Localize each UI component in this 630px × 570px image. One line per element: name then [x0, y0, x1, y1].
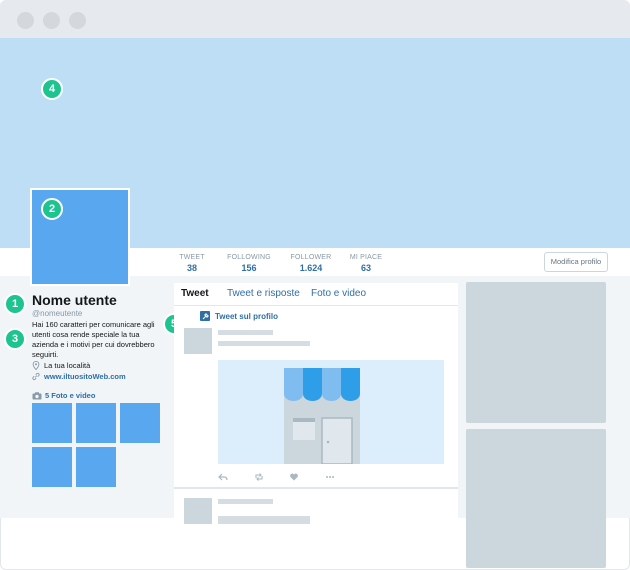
- close-window-button[interactable]: [17, 12, 34, 29]
- stat-following[interactable]: FOLLOWING 156: [226, 254, 272, 273]
- heart-icon[interactable]: [289, 472, 299, 482]
- tweet-avatar[interactable]: [184, 328, 212, 354]
- photos-label-text: 5 Foto e video: [45, 391, 96, 400]
- location-text: La tua località: [44, 361, 91, 370]
- stat-value: 1.624: [299, 263, 323, 273]
- profile-handle: @nomeutente: [32, 309, 83, 318]
- link-icon: [32, 372, 40, 380]
- pinned-tweet-header: Tweet sul profilo: [200, 311, 278, 321]
- photo-thumb[interactable]: [120, 403, 160, 443]
- photo-thumb[interactable]: [32, 447, 72, 487]
- tweet-text-placeholder: [218, 341, 310, 346]
- edit-profile-button[interactable]: Modifica profilo: [544, 252, 608, 272]
- map-pin-icon: [32, 361, 40, 370]
- tweet-media[interactable]: [218, 360, 444, 465]
- website-link[interactable]: www.iltuositoWeb.com: [44, 372, 126, 381]
- stat-label: FOLLOWER: [290, 254, 332, 261]
- profile-name: Nome utente: [32, 292, 117, 308]
- stat-label: TWEET: [179, 254, 205, 261]
- stat-tweet[interactable]: TWEET 38: [178, 254, 206, 273]
- photo-thumb[interactable]: [76, 447, 116, 487]
- maximize-window-button[interactable]: [69, 12, 86, 29]
- profile-website[interactable]: www.iltuositoWeb.com: [32, 372, 126, 381]
- sidebar-card: [466, 429, 606, 568]
- browser-window: TWEET 38 FOLLOWING 156 FOLLOWER 1.624 MI…: [0, 0, 630, 570]
- storefront-icon: [284, 368, 360, 465]
- callout-badge-3: 3: [4, 328, 26, 350]
- more-icon[interactable]: [325, 472, 335, 482]
- stat-label: FOLLOWING: [227, 254, 271, 261]
- pin-icon: [200, 311, 210, 321]
- callout-badge-2: 2: [41, 198, 63, 220]
- stat-value: 38: [186, 263, 197, 273]
- retweet-icon[interactable]: [254, 472, 264, 482]
- tweet-author-placeholder: [218, 499, 273, 504]
- profile-location: La tua località: [32, 361, 90, 370]
- pinned-label: Tweet sul profilo: [215, 311, 278, 321]
- tweet-avatar[interactable]: [184, 498, 212, 524]
- tweet-text-placeholder: [218, 516, 310, 524]
- minimize-window-button[interactable]: [43, 12, 60, 29]
- window-chrome: [0, 0, 630, 38]
- sidebar-card: [466, 282, 606, 423]
- stat-value: 63: [360, 263, 371, 273]
- callout-badge-1: 1: [4, 293, 26, 315]
- reply-icon[interactable]: [218, 472, 228, 482]
- tweet-divider: [174, 487, 458, 489]
- tab-tweet-e-risposte[interactable]: Tweet e risposte: [227, 288, 300, 299]
- tweet-author-placeholder: [218, 330, 273, 335]
- tab-foto-e-video[interactable]: Foto e video: [311, 288, 366, 299]
- stat-follower[interactable]: FOLLOWER 1.624: [290, 254, 332, 273]
- stat-label: MI PIACE: [349, 254, 383, 261]
- stat-value: 156: [241, 263, 257, 273]
- photos-link[interactable]: 5 Foto e video: [32, 391, 95, 400]
- profile-bio: Hai 160 caratteri per comunicare agli ut…: [32, 320, 155, 359]
- callout-badge-4: 4: [41, 78, 63, 100]
- tab-tweet[interactable]: Tweet: [181, 288, 209, 299]
- photo-thumb[interactable]: [32, 403, 72, 443]
- stat-mi-piace[interactable]: MI PIACE 63: [348, 254, 384, 273]
- camera-icon: [32, 391, 42, 399]
- photo-thumb[interactable]: [76, 403, 116, 443]
